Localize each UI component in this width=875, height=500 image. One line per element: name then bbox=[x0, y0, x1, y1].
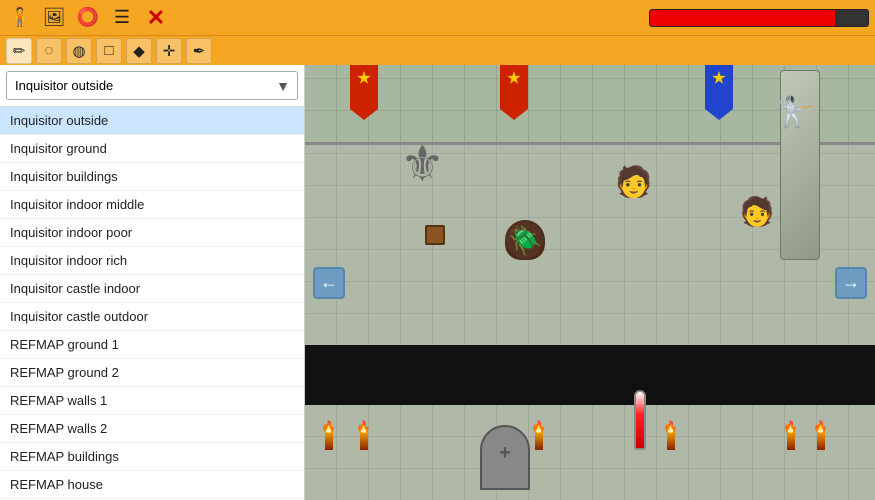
list-item[interactable]: REFMAP ground 2 bbox=[0, 359, 304, 387]
list-item[interactable]: REFMAP house bbox=[0, 471, 304, 499]
close-button[interactable]: ✕ bbox=[142, 4, 170, 32]
list-item[interactable]: Inquisitor ground bbox=[0, 135, 304, 163]
nav-right-arrow[interactable]: → bbox=[835, 267, 867, 299]
banner-2 bbox=[500, 65, 528, 120]
hero-sprite-2: 🧑 bbox=[740, 195, 775, 228]
list-item[interactable]: REFMAP walls 1 bbox=[0, 387, 304, 415]
top-toolbar: 🧍 🖼 ⭕ ☰ ✕ bbox=[0, 0, 875, 35]
image-icon[interactable]: 🖼 bbox=[40, 4, 68, 32]
tileset-dropdown[interactable]: Inquisitor outsideInquisitor groundInqui… bbox=[6, 71, 298, 100]
black-gap bbox=[305, 345, 875, 405]
trident-decoration: ⚜ bbox=[400, 135, 445, 193]
menu-icon[interactable]: ☰ bbox=[108, 4, 136, 32]
game-canvas[interactable]: ⚜ 🪲 🧑 🤺 🧑 ← → bbox=[305, 65, 875, 500]
hero-sprite-1: 🧑 bbox=[615, 165, 652, 200]
hp-bar bbox=[650, 10, 835, 26]
list-item[interactable]: REFMAP buildings bbox=[0, 443, 304, 471]
list-item[interactable]: Inquisitor outside bbox=[0, 107, 304, 135]
torch-right-1 bbox=[817, 430, 825, 450]
brush-tool[interactable]: ◍ bbox=[66, 38, 92, 64]
list-item[interactable]: Inquisitor castle indoor bbox=[0, 275, 304, 303]
list-item[interactable]: Inquisitor indoor rich bbox=[0, 247, 304, 275]
crate-sprite bbox=[425, 225, 445, 245]
list-item[interactable]: REFMAP walls 2 bbox=[0, 415, 304, 443]
banner-1 bbox=[350, 65, 378, 120]
torch-center-left bbox=[535, 430, 543, 450]
eyedrop-tool[interactable]: ✒ bbox=[186, 38, 212, 64]
armor-sprite: 🤺 bbox=[778, 95, 815, 130]
list-item[interactable]: Inquisitor buildings bbox=[0, 163, 304, 191]
tileset-dropdown-container: Inquisitor outsideInquisitor groundInqui… bbox=[0, 65, 304, 107]
hp-potion bbox=[634, 390, 646, 450]
monster-sprite: 🪲 bbox=[505, 220, 545, 260]
list-item[interactable]: REFMAP ground 1 bbox=[0, 331, 304, 359]
banner-3 bbox=[705, 65, 733, 120]
person-icon[interactable]: 🧍 bbox=[6, 4, 34, 32]
left-panel: Inquisitor outsideInquisitor groundInqui… bbox=[0, 65, 305, 500]
tileset-list: Inquisitor outsideInquisitor groundInqui… bbox=[0, 107, 304, 500]
list-item[interactable]: Inquisitor indoor middle bbox=[0, 191, 304, 219]
move-tool[interactable]: ✛ bbox=[156, 38, 182, 64]
tool-row: ✏ ◌ ◍ □ ◆ ✛ ✒ bbox=[0, 35, 875, 65]
main-area: Inquisitor outsideInquisitor groundInqui… bbox=[0, 65, 875, 500]
list-item[interactable]: Inquisitor castle outdoor bbox=[0, 303, 304, 331]
rect-tool[interactable]: □ bbox=[96, 38, 122, 64]
list-item[interactable]: Inquisitor indoor poor bbox=[0, 219, 304, 247]
hp-bar-container bbox=[649, 9, 869, 27]
circle-icon[interactable]: ⭕ bbox=[74, 4, 102, 32]
torch-left-1 bbox=[325, 430, 333, 450]
torch-right-2 bbox=[787, 430, 795, 450]
eraser-tool[interactable]: ◌ bbox=[36, 38, 62, 64]
torch-center-right bbox=[667, 430, 675, 450]
tombstone bbox=[480, 425, 530, 490]
nav-left-arrow[interactable]: ← bbox=[313, 267, 345, 299]
pencil-tool[interactable]: ✏ bbox=[6, 38, 32, 64]
fill-tool[interactable]: ◆ bbox=[126, 38, 152, 64]
torch-left-2 bbox=[360, 430, 368, 450]
